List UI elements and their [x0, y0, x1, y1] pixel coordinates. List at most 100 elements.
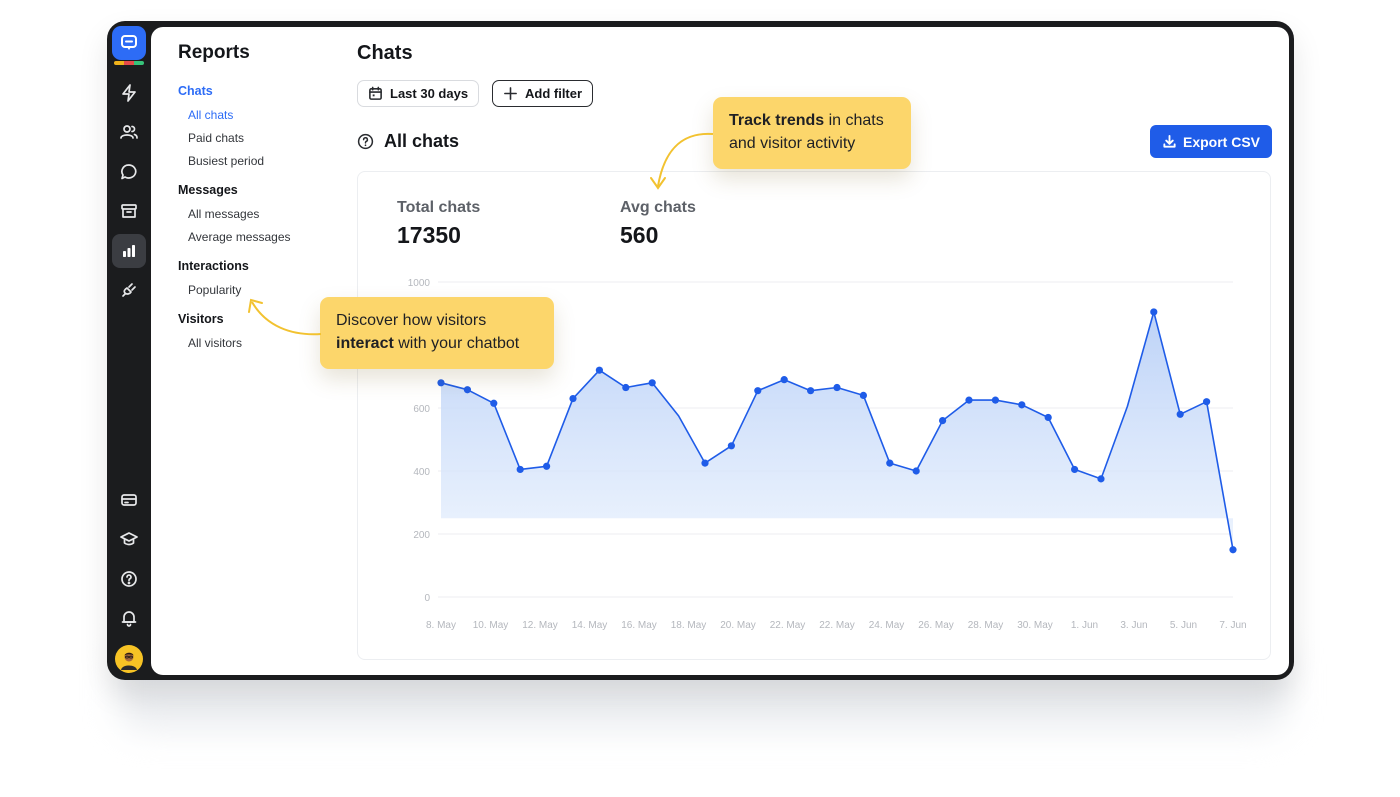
data-point[interactable]: [1203, 398, 1211, 406]
trends-text-1: in chats: [824, 112, 884, 129]
data-point[interactable]: [859, 391, 867, 399]
help-icon[interactable]: [112, 562, 146, 596]
x-tick-label: 14. May: [572, 620, 608, 631]
data-point[interactable]: [569, 394, 577, 403]
download-icon: [1163, 134, 1176, 148]
bell-icon[interactable]: [112, 601, 146, 635]
reports-icon[interactable]: [112, 234, 146, 268]
data-point[interactable]: [807, 387, 815, 395]
section-title: All chats: [384, 131, 460, 151]
data-point[interactable]: [437, 379, 445, 387]
nav-item-all-chats[interactable]: All chats: [188, 108, 233, 122]
add-filter-button[interactable]: Add filter: [492, 80, 594, 107]
x-tick-label: 28. May: [968, 620, 1004, 631]
data-point[interactable]: [833, 383, 841, 392]
track-trends-callout: Track trends in chats and visitor activi…: [713, 97, 911, 169]
graduation-cap-icon[interactable]: [112, 522, 146, 556]
x-tick-label: 16. May: [621, 620, 657, 631]
nav-section-interactions[interactable]: Interactions: [178, 259, 249, 273]
data-point[interactable]: [1018, 401, 1026, 409]
data-point[interactable]: [463, 386, 471, 394]
trends-bold-text: Track trends: [729, 112, 825, 129]
export-csv-button[interactable]: Export CSV: [1150, 125, 1272, 158]
chatbot-logo-icon[interactable]: [112, 26, 146, 60]
x-tick-label: 22. May: [819, 620, 855, 631]
nav-section-messages[interactable]: Messages: [178, 183, 238, 197]
user-avatar[interactable]: [115, 645, 143, 673]
x-tick-label: 24. May: [869, 620, 905, 631]
page-title: Chats: [357, 42, 413, 64]
chat-bubble-icon[interactable]: [112, 155, 146, 189]
data-point[interactable]: [1071, 465, 1079, 474]
chart-card: Total chats 17350 Avg chats 560 0 200 400 6…: [357, 171, 1271, 660]
interact-text-1: Discover how visitors: [336, 312, 487, 329]
data-point[interactable]: [939, 417, 947, 425]
y-tick-label: 0: [424, 593, 430, 604]
y-tick-label: 600: [413, 404, 430, 415]
nav-item-all-messages[interactable]: All messages: [188, 207, 259, 221]
nav-item-busiest-period[interactable]: Busiest period: [188, 154, 264, 168]
nav-section-visitors[interactable]: Visitors: [178, 312, 224, 326]
interact-bold-text: interact: [336, 335, 394, 352]
chats-area-chart: 0 200 400 600 1000 8. May 10. May 12. May 14. M…: [408, 278, 1247, 631]
interact-arrow-icon: [248, 298, 322, 336]
x-tick-label: 1. Jun: [1071, 620, 1098, 631]
all-chats-heading: All chats: [357, 131, 459, 152]
data-point[interactable]: [543, 462, 551, 470]
data-point[interactable]: [516, 465, 524, 474]
y-tick-label: 200: [413, 530, 430, 541]
interact-callout: Discover how visitors interact with your…: [320, 297, 554, 369]
billing-card-icon[interactable]: [112, 483, 146, 517]
x-tick-label: 20. May: [720, 620, 756, 631]
y-tick-label: 1000: [408, 278, 431, 289]
trends-arrow-icon: [650, 132, 714, 190]
data-point[interactable]: [701, 459, 709, 467]
nav-item-paid-chats[interactable]: Paid chats: [188, 131, 244, 145]
data-point[interactable]: [754, 387, 762, 395]
x-tick-label: 5. Jun: [1170, 620, 1197, 631]
data-point[interactable]: [886, 459, 894, 467]
x-tick-label: 3. Jun: [1120, 620, 1147, 631]
calendar-icon: [369, 86, 382, 100]
data-point[interactable]: [780, 376, 788, 384]
plus-icon: [504, 87, 517, 100]
date-range-label: Last 30 days: [390, 86, 469, 101]
nav-item-all-visitors[interactable]: All visitors: [188, 336, 242, 350]
question-circle-icon[interactable]: [357, 133, 374, 150]
data-point[interactable]: [727, 442, 735, 450]
data-point[interactable]: [1097, 475, 1105, 483]
x-tick-label: 7. Jun: [1219, 620, 1246, 631]
brand-stripe: [114, 61, 144, 65]
nav-section-chats[interactable]: Chats: [178, 84, 213, 98]
x-tick-label: 18. May: [671, 620, 707, 631]
data-point[interactable]: [991, 396, 1000, 404]
date-range-button[interactable]: Last 30 days: [357, 80, 480, 107]
data-point[interactable]: [648, 379, 656, 387]
x-tick-label: 12. May: [522, 620, 558, 631]
export-csv-label: Export CSV: [1182, 133, 1260, 150]
data-point[interactable]: [965, 396, 973, 404]
x-tick-label: 26. May: [918, 620, 954, 631]
archive-icon[interactable]: [112, 194, 146, 228]
data-point[interactable]: [912, 467, 920, 475]
users-icon[interactable]: [112, 115, 146, 149]
nav-item-average-messages[interactable]: Average messages: [188, 230, 291, 244]
data-point[interactable]: [1176, 410, 1184, 418]
x-tick-label: 8. May: [426, 620, 456, 631]
data-point[interactable]: [1044, 413, 1052, 422]
data-point[interactable]: [1150, 308, 1158, 316]
data-point[interactable]: [1229, 546, 1237, 554]
data-point[interactable]: [595, 366, 603, 374]
x-tick-label: 30. May: [1017, 620, 1053, 631]
trends-text-2: and visitor activity: [729, 135, 856, 152]
add-filter-label: Add filter: [525, 86, 583, 101]
plug-icon[interactable]: [112, 273, 146, 307]
y-tick-label: 400: [413, 467, 430, 478]
x-tick-label: 10. May: [473, 620, 509, 631]
x-tick-label: 22. May: [770, 620, 806, 631]
data-point[interactable]: [490, 399, 498, 407]
data-point[interactable]: [622, 383, 630, 392]
nav-item-popularity[interactable]: Popularity: [188, 283, 241, 297]
interact-text-2: with your chatbot: [393, 335, 520, 352]
lightning-icon[interactable]: [112, 76, 146, 110]
